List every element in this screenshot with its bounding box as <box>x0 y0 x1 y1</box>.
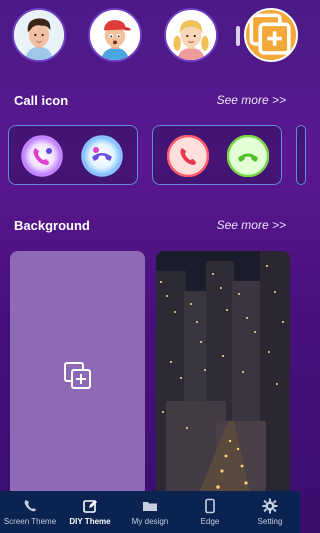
call-accept-bubble-icon <box>21 135 63 177</box>
avatar-row <box>0 6 300 66</box>
background-see-more-link[interactable]: See more >> <box>217 218 286 232</box>
nav-label: Edge <box>200 517 220 526</box>
edit-icon <box>83 500 97 513</box>
call-icon-card-2[interactable] <box>152 125 282 185</box>
phone-icon <box>24 500 36 512</box>
call-decline-red-icon <box>167 135 209 177</box>
nav-label: Setting <box>257 517 283 526</box>
avatar-man-curly-hair[interactable] <box>12 8 66 62</box>
nav-diy-theme[interactable]: DIY Theme <box>60 491 120 533</box>
nav-label: DIY Theme <box>69 517 111 526</box>
call-decline-bubble-icon <box>81 135 123 177</box>
background-section-title: Background <box>14 218 90 233</box>
nav-label: My design <box>131 517 169 526</box>
avatar-divider <box>236 26 240 46</box>
device-icon <box>205 498 215 514</box>
folder-icon <box>143 502 157 511</box>
add-background-tile[interactable] <box>10 251 145 501</box>
nav-edge[interactable]: Edge <box>180 491 240 533</box>
add-copy-icon <box>63 362 91 389</box>
nav-screen-theme[interactable]: Screen Theme <box>0 491 60 533</box>
bottom-navigation: Screen Theme DIY Theme My design Edge Se… <box>0 491 300 533</box>
add-copy-icon <box>249 13 291 55</box>
add-avatar-button[interactable] <box>244 8 298 62</box>
call-icon-see-more-link[interactable]: See more >> <box>217 93 286 107</box>
background-city-night-image[interactable] <box>156 251 290 501</box>
call-icon-section-title: Call icon <box>14 93 69 108</box>
gear-icon <box>262 498 278 514</box>
nav-label: Screen Theme <box>3 517 57 526</box>
nav-setting[interactable]: Setting <box>240 491 300 533</box>
avatar-girl-blonde-braids[interactable] <box>164 8 218 62</box>
call-icon-card-1[interactable] <box>8 125 138 185</box>
call-accept-green-icon <box>227 135 269 177</box>
call-icon-card-3-partial[interactable] <box>296 125 306 185</box>
avatar-boy-red-cap[interactable] <box>88 8 142 62</box>
nav-my-design[interactable]: My design <box>120 491 180 533</box>
